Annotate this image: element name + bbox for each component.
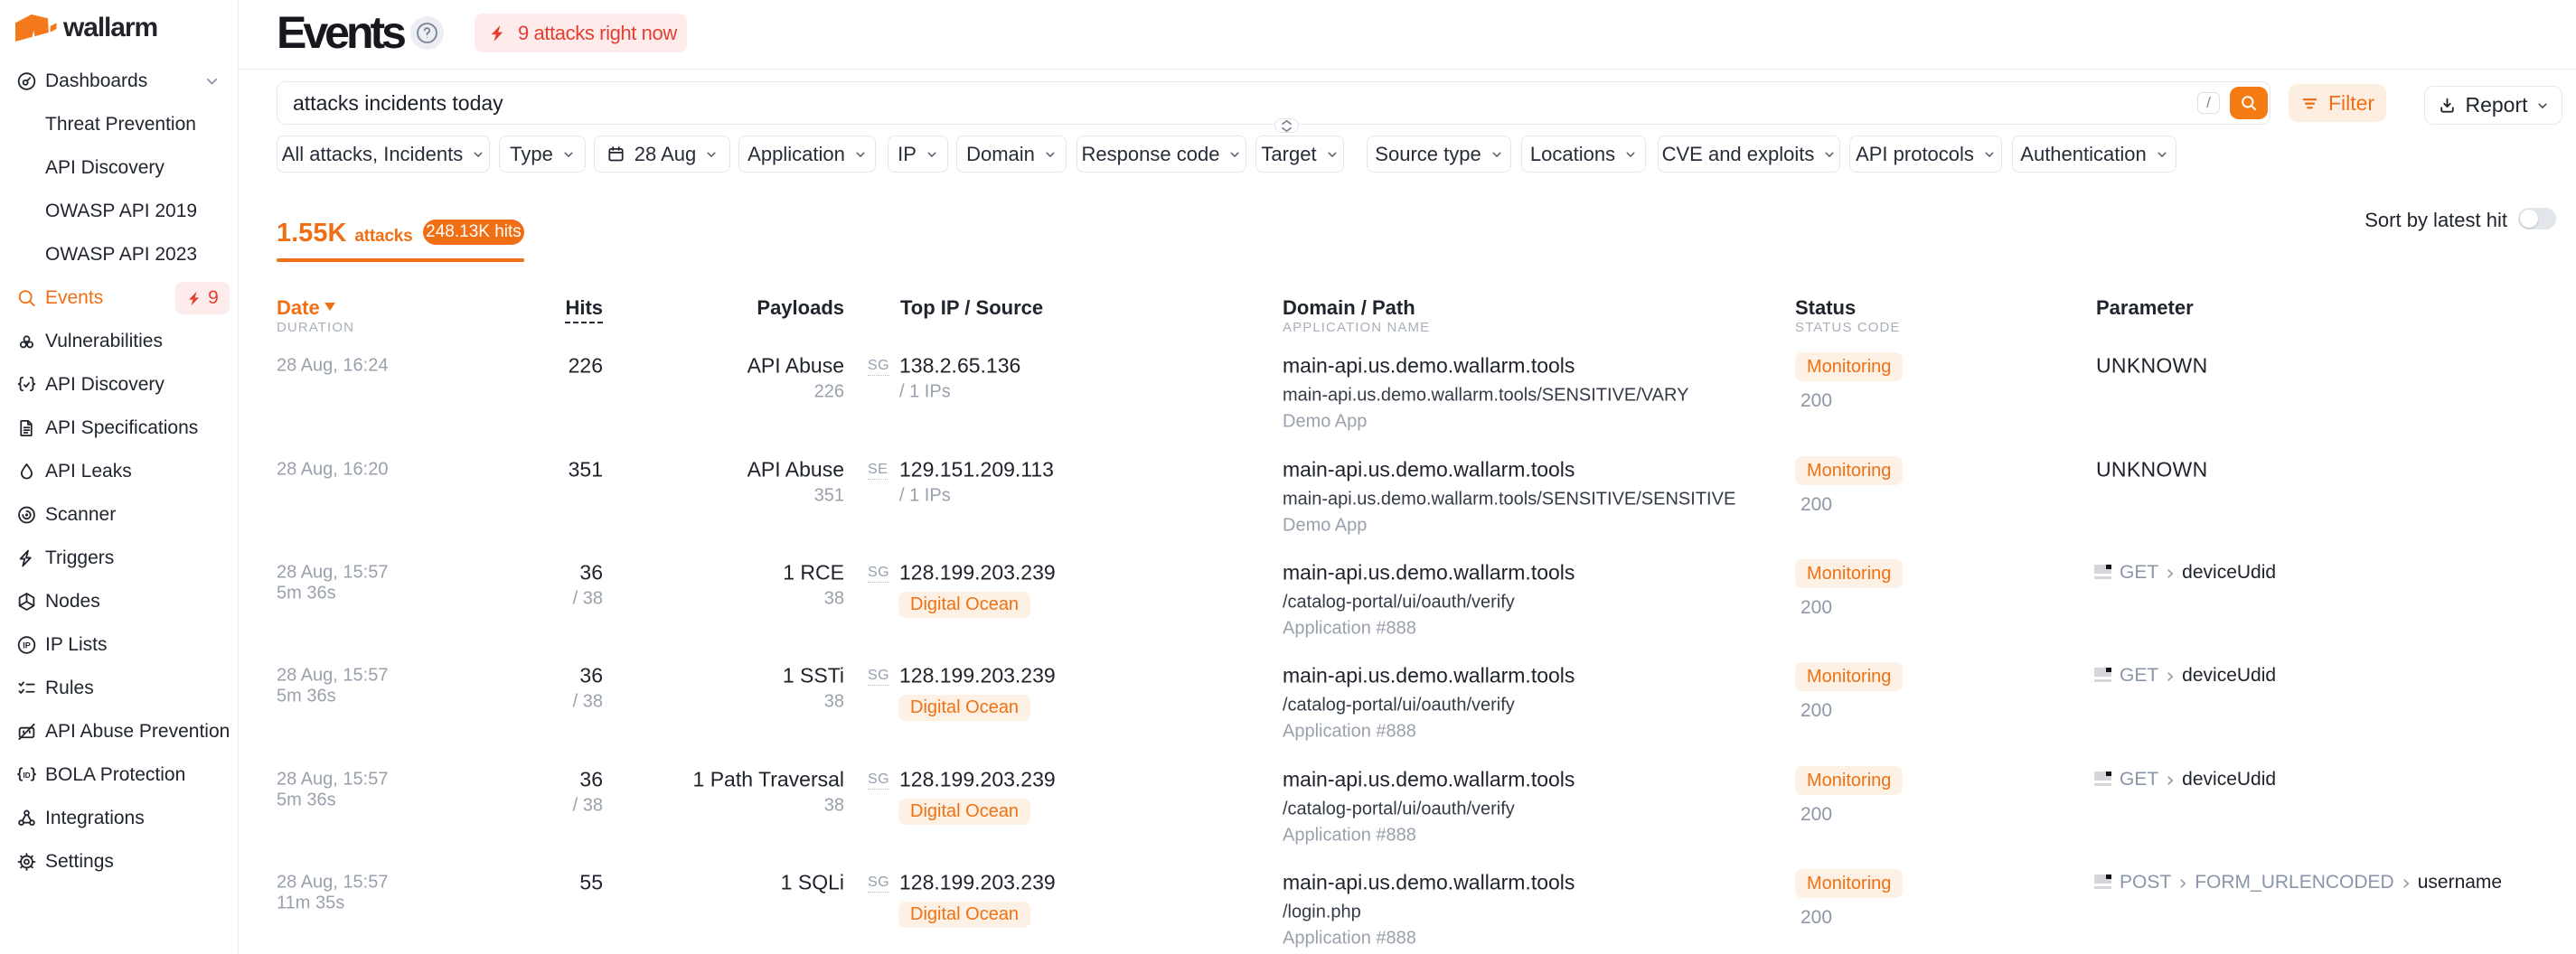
svg-text:ID: ID [23,772,30,780]
svg-text:IP: IP [23,641,31,650]
